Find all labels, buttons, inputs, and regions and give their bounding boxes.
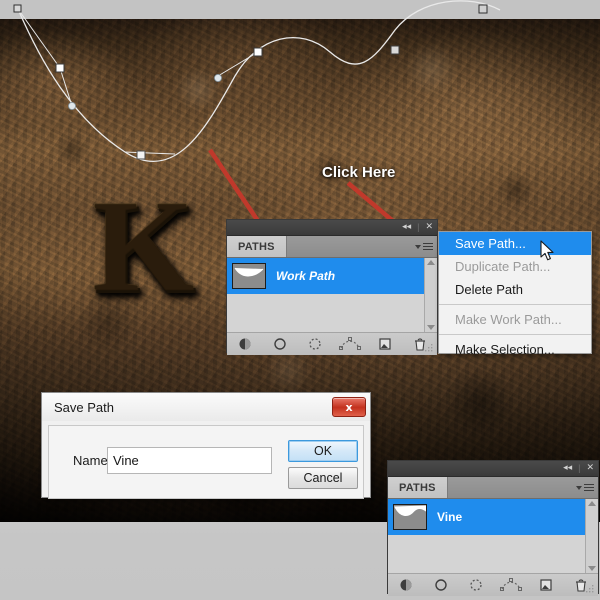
- scroll-down-arrow[interactable]: [588, 566, 596, 571]
- paths-panel-bottom-menu-button[interactable]: [572, 477, 598, 498]
- resize-grip-icon[interactable]: [425, 344, 434, 353]
- save-path-dialog-title: Save Path: [54, 399, 114, 415]
- path-thumbnail: [232, 263, 266, 289]
- make-work-path-from-selection-button[interactable]: [493, 578, 528, 592]
- paths-panel-top-tabrow[interactable]: PATHS: [227, 236, 437, 258]
- path-from-selection-icon: [499, 578, 522, 591]
- paths-panel-bottom[interactable]: ◂◂ | ✕ PATHS Vine: [387, 460, 599, 596]
- new-page-icon: [378, 338, 391, 350]
- paths-panel-top-footer[interactable]: [227, 332, 437, 355]
- path-list-item[interactable]: Vine: [388, 499, 598, 535]
- screenshot-root: K: [0, 0, 600, 600]
- scroll-down-arrow[interactable]: [427, 325, 435, 330]
- fill-path-with-foreground-color-button[interactable]: [388, 578, 423, 592]
- panel-menu-icon: [584, 483, 594, 492]
- menu-item-delete-path[interactable]: Delete Path: [439, 278, 591, 301]
- paths-panel-bottom-titlebar[interactable]: ◂◂ | ✕: [388, 461, 598, 477]
- menu-separator-2: [439, 334, 591, 335]
- save-path-dialog-titlebar[interactable]: Save Path x: [42, 393, 370, 421]
- path-thumbnail: [393, 504, 427, 530]
- paths-panel-top-titlebar[interactable]: ◂◂ | ✕: [227, 220, 437, 236]
- save-path-dialog-body: Name: OK Cancel: [48, 425, 364, 499]
- paths-panel-flyout-menu[interactable]: Save Path... Duplicate Path... Delete Pa…: [438, 231, 592, 357]
- circle-outline-icon: [273, 338, 286, 350]
- close-icon[interactable]: ✕: [586, 464, 594, 473]
- fill-path-with-foreground-color-button[interactable]: [227, 337, 262, 351]
- create-new-path-button[interactable]: [367, 337, 402, 351]
- chevron-down-icon: [415, 244, 421, 249]
- paths-panel-top-menu-button[interactable]: [411, 236, 437, 257]
- name-field-label: Name:: [73, 453, 112, 468]
- menu-separator-1: [439, 304, 591, 305]
- menu-item-duplicate-path: Duplicate Path...: [455, 259, 551, 274]
- save-path-dialog[interactable]: Save Path x Name: OK Cancel: [41, 392, 371, 499]
- new-page-icon: [539, 579, 552, 591]
- titlebar-divider: |: [417, 222, 420, 232]
- resize-grip-icon[interactable]: [586, 585, 595, 594]
- load-path-as-selection-button[interactable]: [458, 578, 493, 592]
- menu-item-save-path[interactable]: Save Path...: [439, 232, 591, 255]
- paths-panel-bottom-scrollbar[interactable]: [585, 499, 598, 573]
- tab-paths-label: PATHS: [238, 240, 275, 253]
- stroke-path-with-brush-button[interactable]: [423, 578, 458, 592]
- path-list-item-label: Vine: [437, 510, 463, 524]
- scroll-up-arrow[interactable]: [588, 501, 596, 506]
- close-button[interactable]: x: [332, 397, 366, 417]
- tabrow-filler: [447, 477, 572, 498]
- filled-circle-icon: [239, 338, 250, 350]
- paths-panel-top-list[interactable]: Work Path: [227, 258, 437, 332]
- paths-panel-bottom-footer[interactable]: [388, 573, 598, 596]
- paths-panel-bottom-tabrow[interactable]: PATHS: [388, 477, 598, 499]
- path-list-item[interactable]: Work Path: [227, 258, 437, 294]
- double-chevron-left-icon[interactable]: ◂◂: [402, 223, 411, 232]
- panel-menu-icon: [423, 242, 433, 251]
- cancel-button[interactable]: Cancel: [288, 467, 358, 489]
- scroll-up-arrow[interactable]: [427, 260, 435, 265]
- double-chevron-left-icon[interactable]: ◂◂: [563, 464, 572, 473]
- tab-paths[interactable]: PATHS: [388, 477, 448, 498]
- paths-panel-bottom-list[interactable]: Vine: [388, 499, 598, 573]
- make-work-path-from-selection-button[interactable]: [332, 337, 367, 351]
- thumbnail-path-preview: [234, 267, 264, 277]
- dashed-circle-icon: [469, 579, 482, 591]
- path-from-selection-icon: [338, 337, 361, 350]
- load-path-as-selection-button[interactable]: [297, 337, 332, 351]
- close-icon[interactable]: ✕: [425, 223, 433, 232]
- canvas-top-margin: [0, 0, 600, 19]
- ok-button[interactable]: OK: [288, 440, 358, 462]
- menu-item-make-work-path: Make Work Path...: [455, 312, 562, 327]
- create-new-path-button[interactable]: [528, 578, 563, 592]
- path-list-item-label: Work Path: [276, 269, 336, 283]
- click-here-label: Click Here: [322, 164, 396, 181]
- titlebar-divider: |: [578, 463, 581, 473]
- menu-item-make-selection[interactable]: Make Selection...: [439, 338, 591, 361]
- name-input[interactable]: [107, 447, 272, 474]
- chevron-down-icon: [576, 485, 582, 490]
- dashed-circle-icon: [308, 338, 321, 350]
- paths-panel-top-scrollbar[interactable]: [424, 258, 437, 332]
- filled-circle-icon: [400, 579, 411, 591]
- tab-paths-label: PATHS: [399, 481, 436, 494]
- stroke-path-with-brush-button[interactable]: [262, 337, 297, 351]
- tab-paths[interactable]: PATHS: [227, 236, 287, 257]
- circle-outline-icon: [434, 579, 447, 591]
- thumbnail-path-preview: [394, 505, 426, 516]
- paths-panel-top[interactable]: ◂◂ | ✕ PATHS Work Path: [226, 219, 438, 355]
- tabrow-filler: [286, 236, 411, 257]
